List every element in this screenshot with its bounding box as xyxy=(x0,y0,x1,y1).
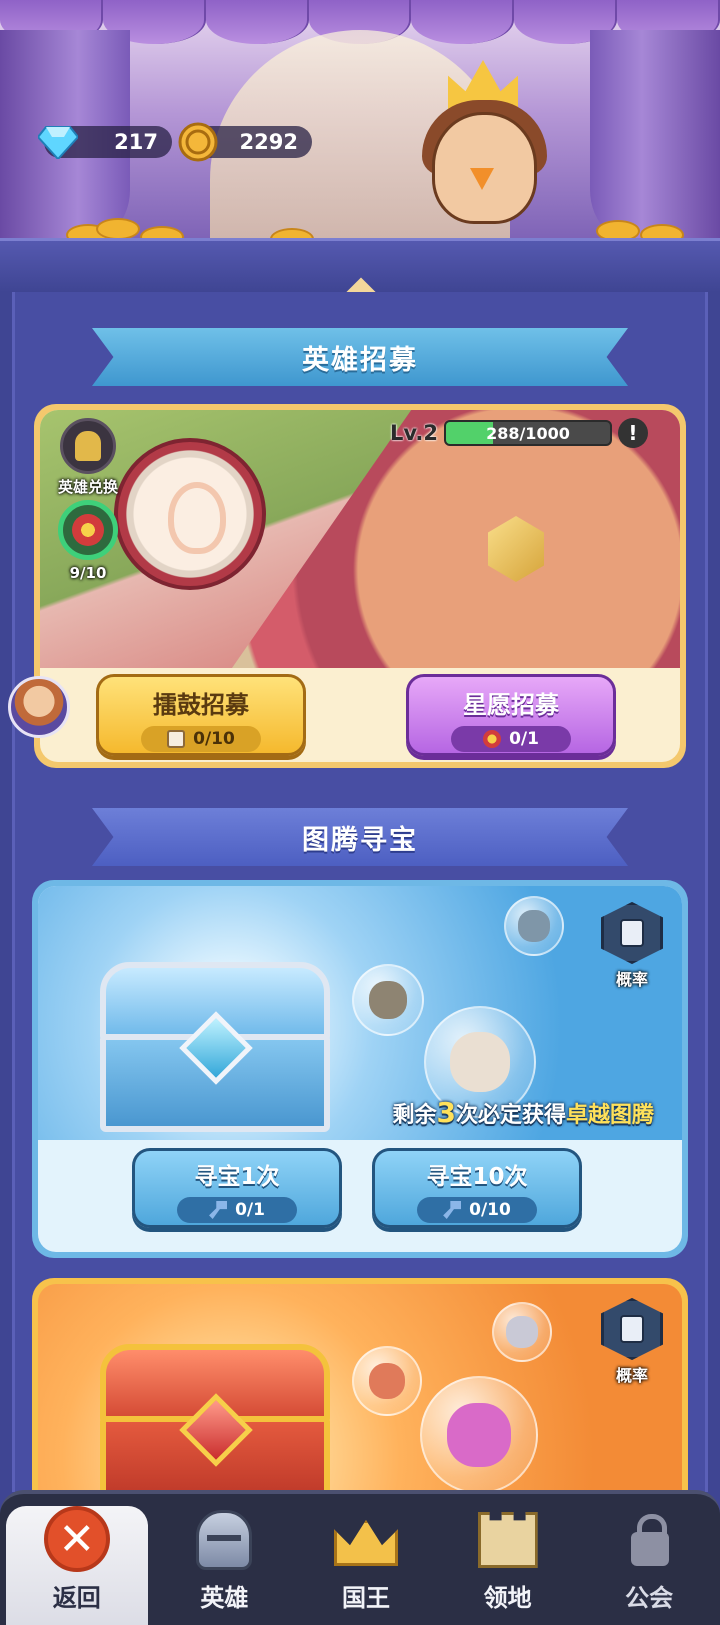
star-wish-recruit-button[interactable]: 星愿招募 0/1 xyxy=(406,674,616,756)
document-icon xyxy=(601,1298,663,1360)
owl-totem-bubble xyxy=(352,964,424,1036)
diamond-count: 217 xyxy=(114,130,158,154)
gold-coin-icon xyxy=(176,120,220,164)
silver-chest-image xyxy=(100,962,330,1132)
drum-image xyxy=(114,438,266,590)
totem-hunt-title: 图腾寻宝 xyxy=(92,808,628,866)
rate-label-2: 概率 xyxy=(615,1366,648,1385)
drum-recruit-button[interactable]: 擂鼓招募 0/10 xyxy=(96,674,306,756)
nav-guild[interactable]: 公会 xyxy=(578,1494,720,1625)
star-recruit-label: 星愿招募 xyxy=(463,691,559,719)
exp-bar: 288/1000 xyxy=(443,420,612,446)
scroll-icon xyxy=(167,730,186,748)
level-display: Lv.2 288/1000 ! xyxy=(390,418,648,448)
hammer-icon xyxy=(209,1201,228,1219)
nav-heroes[interactable]: 英雄 xyxy=(154,1494,296,1625)
star-recruit-count: 0/1 xyxy=(509,729,539,749)
hammer-icon xyxy=(443,1201,462,1219)
gold-chest-image xyxy=(100,1344,330,1514)
castle-icon xyxy=(477,1512,538,1568)
drum-recruit-cost: 0/10 xyxy=(141,726,261,752)
nav-king[interactable]: 国王 xyxy=(295,1494,437,1625)
totem-hunt-card: 概率 剩余3次必定获得卓越图腾 寻宝1次 0/1 寻宝10次 0/10 xyxy=(32,880,688,1258)
owl-gold-totem-bubble xyxy=(420,1376,538,1494)
nav-back[interactable]: ✕ 返回 xyxy=(6,1506,148,1625)
recruit-token-progress[interactable]: 9/10 xyxy=(48,500,128,582)
close-icon: ✕ xyxy=(43,1506,110,1572)
guarantee-prefix: 剩余 xyxy=(392,1103,437,1128)
guarantee-middle: 次必定获得 xyxy=(455,1103,566,1128)
star-recruit-cost: 0/1 xyxy=(451,726,571,752)
nav-territory-label: 领地 xyxy=(483,1584,532,1612)
helmet-icon xyxy=(60,418,116,474)
recruit-token-icon xyxy=(58,500,118,560)
star-token-icon xyxy=(483,730,502,748)
fox-totem-bubble xyxy=(352,1346,422,1416)
totem-hunt-title-text: 图腾寻宝 xyxy=(302,824,418,856)
gold-count: 2292 xyxy=(239,130,298,154)
drum-recruit-label: 擂鼓招募 xyxy=(153,691,249,719)
diamond-counter[interactable]: 217 xyxy=(38,126,172,159)
hero-recruit-card: 英雄兑换 9/10 Lv.2 288/1000 ! 擂鼓招募 0/10 星愿招募… xyxy=(34,404,686,768)
lock-icon xyxy=(631,1514,670,1566)
guarantee-text: 剩余3次必定获得卓越图腾 xyxy=(392,1096,654,1129)
rate-button[interactable]: 概率 xyxy=(600,902,664,990)
bear-totem-bubble xyxy=(504,896,564,956)
rate-label: 概率 xyxy=(615,970,648,989)
hunt-once-button[interactable]: 寻宝1次 0/1 xyxy=(132,1148,342,1228)
king-stage: 217 2292 xyxy=(0,0,720,250)
hunt-ten-cost: 0/10 xyxy=(417,1197,537,1223)
avatar[interactable] xyxy=(8,676,70,738)
gold-counter[interactable]: 2292 xyxy=(178,122,312,162)
level-label: Lv.2 xyxy=(390,421,438,445)
guarantee-highlight: 卓越图腾 xyxy=(565,1103,654,1128)
diamond-icon xyxy=(36,120,80,164)
tiger-totem-bubble xyxy=(492,1302,552,1362)
hunt-ten-label: 寻宝10次 xyxy=(426,1164,528,1190)
king-character xyxy=(420,60,560,240)
hunt-ten-button[interactable]: 寻宝10次 0/10 xyxy=(372,1148,582,1228)
nav-king-label: 国王 xyxy=(341,1584,390,1612)
nav-guild-label: 公会 xyxy=(625,1584,674,1612)
token-progress-text: 9/10 xyxy=(69,564,107,582)
nav-territory[interactable]: 领地 xyxy=(437,1494,579,1625)
hunt-once-label: 寻宝1次 xyxy=(194,1164,280,1190)
nav-back-label: 返回 xyxy=(52,1584,101,1612)
hero-exchange-button[interactable]: 英雄兑换 xyxy=(48,418,128,497)
knight-helmet-icon xyxy=(196,1510,253,1570)
hero-recruit-title: 英雄招募 xyxy=(92,328,628,386)
hero-exchange-label: 英雄兑换 xyxy=(57,478,118,496)
drum-recruit-count: 0/10 xyxy=(193,729,235,749)
document-icon xyxy=(601,902,663,964)
hunt-once-cost: 0/1 xyxy=(177,1197,297,1223)
hunt-ten-count: 0/10 xyxy=(469,1200,511,1220)
curtain-right xyxy=(590,30,720,250)
bottom-nav: ✕ 返回 英雄 国王 领地 公会 xyxy=(0,1490,720,1625)
exp-text: 288/1000 xyxy=(486,423,570,443)
nav-heroes-label: 英雄 xyxy=(200,1584,249,1612)
guarantee-number: 3 xyxy=(436,1096,456,1129)
rate-button-2[interactable]: 概率 xyxy=(600,1298,664,1386)
alert-icon[interactable]: ! xyxy=(617,418,648,448)
recruit-scene: 英雄兑换 9/10 Lv.2 288/1000 ! xyxy=(40,410,680,668)
crown-icon xyxy=(333,1520,398,1566)
treasure-scene: 概率 剩余3次必定获得卓越图腾 xyxy=(38,886,682,1140)
hunt-once-count: 0/1 xyxy=(235,1200,265,1220)
hero-recruit-title-text: 英雄招募 xyxy=(302,344,418,376)
